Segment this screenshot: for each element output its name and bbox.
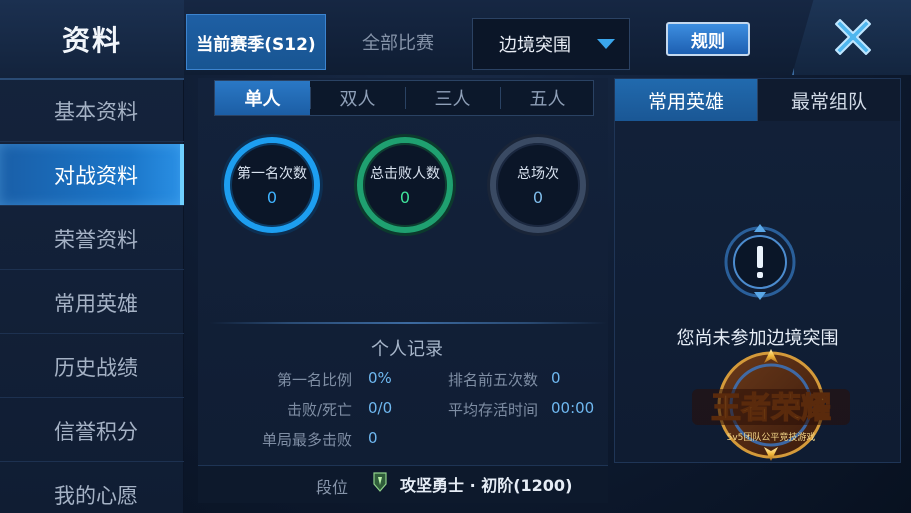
sidebar-item-label: 对战资料 [54,163,138,188]
tab-duo[interactable]: 双人 [310,81,405,115]
stat-total-kills: 总击败人数 0 [357,137,453,233]
sidebar-item-basic-info[interactable]: 基本资料 [0,80,184,142]
max-kills-label: 单局最多击败 [261,431,352,449]
sidebar-item-battle-data[interactable]: 对战资料 [0,144,184,206]
sidebar-item-label: 我的心愿 [54,483,138,508]
avg-survival-value: 00:00 [551,399,595,417]
tab-trio[interactable]: 三人 [405,81,500,115]
top5-count-label: 排名前五次数 [447,371,538,389]
stat-value: 0 [266,188,278,207]
tab-squad[interactable]: 五人 [500,81,595,115]
kd-value: 0/0 [368,399,393,417]
chevron-down-icon [597,39,615,49]
tab-trio-label: 三人 [434,89,471,110]
tab-common-heroes[interactable]: 常用英雄 [615,79,757,121]
rules-button[interactable]: 规则 [666,22,750,56]
personal-record-title: 个人记录 [371,339,443,360]
sidebar-item-label: 基本资料 [54,99,138,124]
stat-total-matches: 总场次 0 [490,137,586,233]
tab-common-heroes-label: 常用英雄 [647,90,724,113]
sidebar-item-label: 信誉积分 [54,419,138,444]
stat-label: 总击败人数 [370,166,440,182]
stat-label: 第一名次数 [237,166,307,182]
max-kills-value: 0 [368,429,378,447]
stat-value: 0 [399,188,411,207]
sidebar-item-match-history[interactable]: 历史战绩 [0,336,184,398]
stat-first-place-count: 第一名次数 0 [224,137,320,233]
sidebar-item-label: 荣誉资料 [54,227,138,252]
sidebar-title: 资料 [0,0,184,80]
tab-squad-label: 五人 [529,89,566,110]
tab-current-season[interactable]: 当前赛季(S12) [186,14,326,70]
first-rate-value: 0% [368,369,392,387]
close-icon[interactable] [830,14,876,60]
avg-survival-label: 平均存活时间 [447,401,538,419]
sidebar-item-credit-score[interactable]: 信誉积分 [0,400,184,462]
sidebar-title-text: 资料 [61,24,122,57]
sidebar-item-label: 历史战绩 [54,355,138,380]
stat-value: 0 [532,188,544,207]
sidebar-item-common-heroes[interactable]: 常用英雄 [0,272,184,334]
logo-text: 王者荣耀 [711,391,831,426]
mode-select[interactable]: 边境突围 [472,18,630,70]
team-size-tabs: 单人 双人 三人 五人 [214,80,594,116]
tab-duo-label: 双人 [339,89,376,110]
tab-all-matches[interactable]: 全部比赛 [330,14,466,70]
rank-value: 攻坚勇士 · 初阶(1200) [400,476,573,495]
tab-frequent-team[interactable]: 最常组队 [757,79,900,121]
stat-label: 总场次 [517,166,559,182]
rank-badge-icon [373,472,387,492]
sidebar-item-my-wishes[interactable]: 我的心愿 [0,464,184,513]
sidebar-item-label: 常用英雄 [54,291,138,316]
battle-data-screen: 资料 基本资料 对战资料 荣誉资料 常用英雄 历史战绩 信誉积分 我的心愿 当前… [0,0,911,513]
tab-all-matches-label: 全部比赛 [362,33,434,54]
kd-label: 击败/死亡 [286,401,352,419]
sidebar-item-honor-data[interactable]: 荣誉资料 [0,208,184,270]
logo-tagline: 5v5团队公平竞技游戏 [727,431,816,443]
rules-button-label: 规则 [691,31,725,52]
first-rate-label: 第一名比例 [276,371,352,389]
tab-solo[interactable]: 单人 [215,81,310,115]
sidebar: 资料 基本资料 对战资料 荣誉资料 常用英雄 历史战绩 信誉积分 我的心愿 [0,0,184,513]
rank-label: 段位 [316,478,349,497]
mode-select-value: 边境突围 [499,35,571,56]
tab-solo-label: 单人 [244,89,281,110]
section-divider [210,322,606,324]
game-logo: 王者荣耀 5v5团队公平竞技游戏 [692,349,850,461]
tab-frequent-team-label: 最常组队 [790,90,867,113]
top5-count-value: 0 [551,369,561,387]
tab-current-season-label: 当前赛季(S12) [196,34,316,55]
alert-icon [724,224,796,300]
